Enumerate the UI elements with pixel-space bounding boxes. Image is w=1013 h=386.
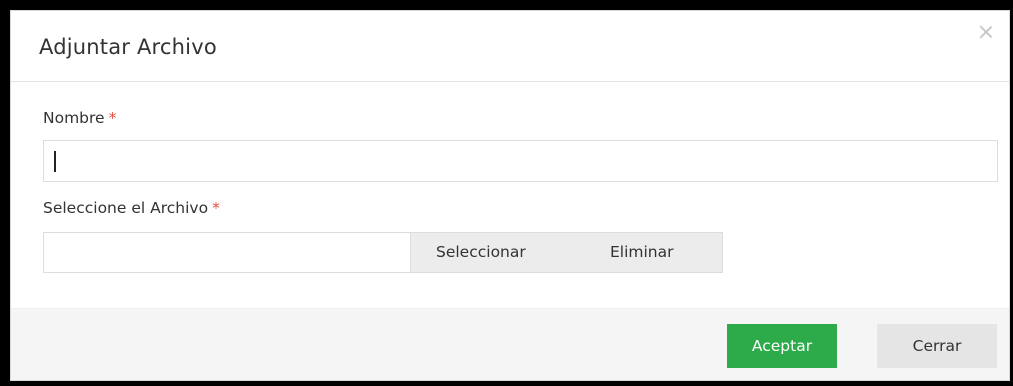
file-required-marker: *: [212, 199, 220, 217]
file-label: Seleccione el Archivo *: [43, 199, 220, 217]
select-file-button[interactable]: Seleccionar: [436, 233, 526, 272]
dialog-header: Adjuntar Archivo: [11, 11, 1009, 82]
delete-file-button[interactable]: Eliminar: [610, 233, 674, 272]
text-caret: [54, 151, 56, 172]
file-buttons-group: Seleccionar Eliminar: [411, 232, 723, 273]
name-input[interactable]: [43, 140, 998, 182]
file-picker: Seleccionar Eliminar: [43, 232, 723, 273]
dialog-title: Adjuntar Archivo: [39, 35, 217, 59]
accept-button[interactable]: Aceptar: [727, 324, 837, 368]
dialog-footer: Aceptar Cerrar: [11, 308, 1009, 380]
close-button[interactable]: Cerrar: [877, 324, 997, 368]
close-icon[interactable]: [979, 25, 993, 39]
name-required-marker: *: [108, 109, 117, 127]
name-label: Nombre *: [43, 109, 116, 127]
name-label-text: Nombre: [43, 109, 105, 127]
file-label-text: Seleccione el Archivo: [43, 199, 209, 217]
file-name-display[interactable]: [43, 232, 411, 273]
attach-file-dialog: Adjuntar Archivo Nombre * Seleccione el A…: [10, 10, 1010, 381]
